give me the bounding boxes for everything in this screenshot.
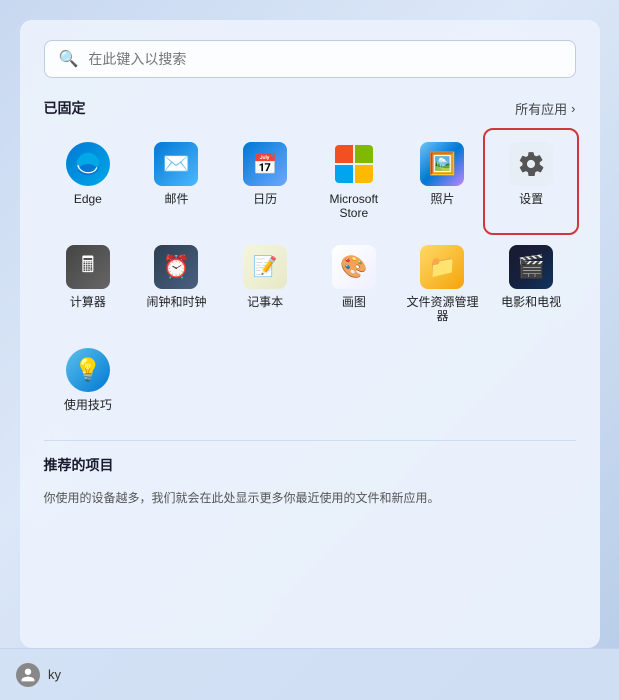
pinned-title: 已固定 bbox=[44, 98, 86, 118]
app-store[interactable]: Microsoft Store bbox=[309, 132, 398, 231]
app-explorer[interactable]: 📁 文件资源管理器 bbox=[398, 235, 487, 334]
chevron-right-icon: › bbox=[571, 101, 575, 116]
app-mail[interactable]: ✉️ 邮件 bbox=[132, 132, 221, 231]
calendar-label: 日历 bbox=[253, 192, 277, 206]
settings-label: 设置 bbox=[519, 192, 543, 206]
store-label: Microsoft Store bbox=[315, 192, 392, 221]
paint-icon: 🎨 bbox=[332, 245, 376, 289]
tips-icon: 💡 bbox=[66, 348, 110, 392]
search-icon: 🔍 bbox=[59, 49, 79, 69]
all-apps-label: 所有应用 bbox=[515, 99, 567, 118]
app-calculator[interactable]: 🖩 计算器 bbox=[44, 235, 133, 334]
paint-label: 画图 bbox=[342, 295, 366, 309]
username-label: ky bbox=[48, 667, 61, 682]
mail-icon: ✉️ bbox=[154, 142, 198, 186]
notepad-icon: 📝 bbox=[243, 245, 287, 289]
app-photos[interactable]: 🖼️ 照片 bbox=[398, 132, 487, 231]
calendar-icon: 📅 bbox=[243, 142, 287, 186]
start-menu: 🔍 已固定 所有应用 › Edge ✉️ 邮件 bbox=[20, 20, 600, 648]
app-paint[interactable]: 🎨 画图 bbox=[309, 235, 398, 334]
app-notepad[interactable]: 📝 记事本 bbox=[221, 235, 310, 334]
all-apps-link[interactable]: 所有应用 › bbox=[515, 99, 575, 118]
notepad-label: 记事本 bbox=[247, 295, 283, 309]
photos-icon: 🖼️ bbox=[420, 142, 464, 186]
clock-icon: ⏰ bbox=[154, 245, 198, 289]
app-edge[interactable]: Edge bbox=[44, 132, 133, 231]
explorer-label: 文件资源管理器 bbox=[404, 295, 481, 324]
pinned-header: 已固定 所有应用 › bbox=[44, 98, 576, 118]
app-settings[interactable]: 设置 bbox=[487, 132, 576, 231]
photos-label: 照片 bbox=[430, 192, 454, 206]
app-movies[interactable]: 🎬 电影和电视 bbox=[487, 235, 576, 334]
taskbar: ky bbox=[0, 648, 619, 700]
calculator-label: 计算器 bbox=[70, 295, 106, 309]
movies-icon: 🎬 bbox=[509, 245, 553, 289]
tips-label: 使用技巧 bbox=[64, 398, 112, 412]
mail-label: 邮件 bbox=[164, 192, 188, 206]
search-input[interactable] bbox=[88, 51, 560, 67]
pinned-grid: Edge ✉️ 邮件 📅 日历 Microsoft Store bbox=[44, 132, 576, 422]
settings-icon bbox=[509, 142, 553, 186]
folder-icon: 📁 bbox=[420, 245, 464, 289]
recommended-title: 推荐的项目 bbox=[44, 455, 114, 475]
calculator-icon: 🖩 bbox=[66, 245, 110, 289]
app-tips[interactable]: 💡 使用技巧 bbox=[44, 338, 133, 422]
recommended-description: 你使用的设备越多，我们就会在此处显示更多你最近使用的文件和新应用。 bbox=[44, 489, 576, 507]
clock-label: 闹钟和时钟 bbox=[146, 295, 206, 309]
movies-label: 电影和电视 bbox=[501, 295, 561, 309]
recommended-section: 推荐的项目 你使用的设备越多，我们就会在此处显示更多你最近使用的文件和新应用。 bbox=[44, 440, 576, 507]
edge-icon bbox=[66, 142, 110, 186]
app-calendar[interactable]: 📅 日历 bbox=[221, 132, 310, 231]
taskbar-user[interactable]: ky bbox=[16, 663, 61, 687]
app-clock[interactable]: ⏰ 闹钟和时钟 bbox=[132, 235, 221, 334]
edge-label: Edge bbox=[74, 192, 102, 206]
user-avatar bbox=[16, 663, 40, 687]
store-icon bbox=[332, 142, 376, 186]
search-bar[interactable]: 🔍 bbox=[44, 40, 576, 78]
recommended-header: 推荐的项目 bbox=[44, 455, 576, 475]
